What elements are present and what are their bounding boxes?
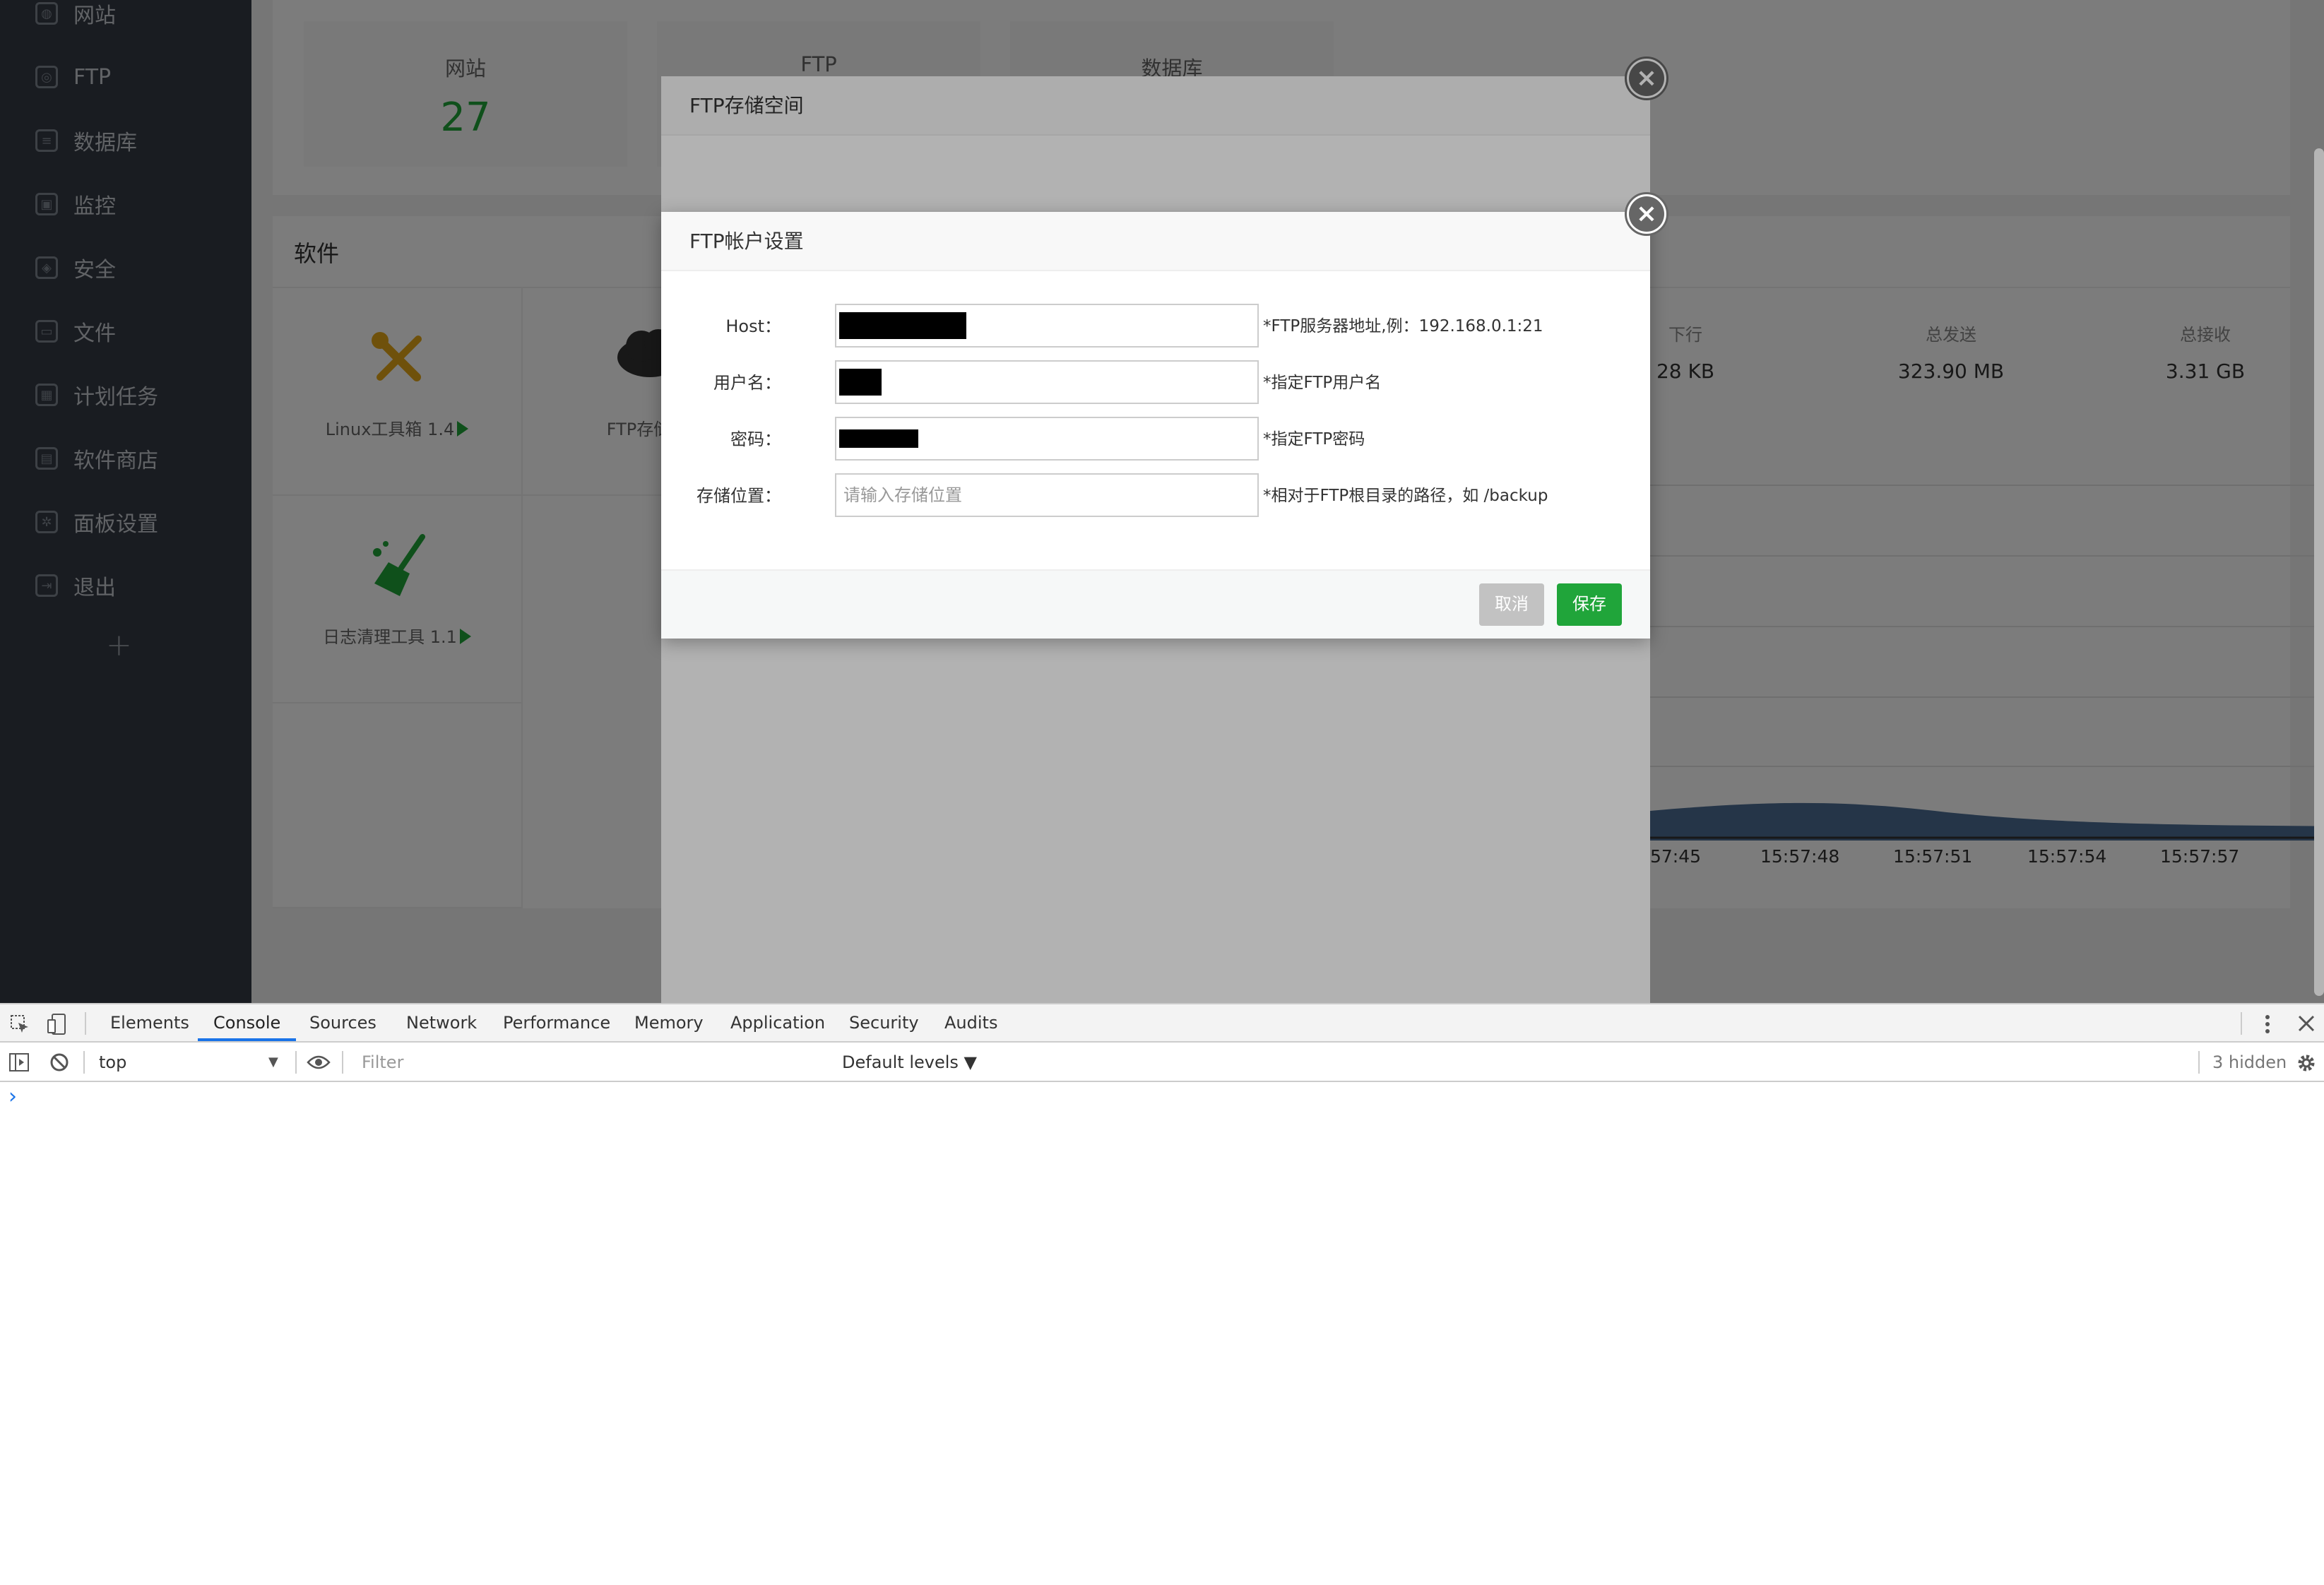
context-dropdown-icon[interactable]: ▼ (268, 1043, 278, 1082)
dialog-title: FTP帐户设置 (661, 212, 1650, 271)
ftp-account-dialog: FTP帐户设置 Host： *FTP服务器地址,例：192.168.0.1:21… (661, 212, 1650, 639)
storage-path-input[interactable] (835, 473, 1259, 517)
browser-viewport: ◍ 网站 ◎ FTP ≡ 数据库 ▣ 监控 ◈ 安全 ▭ 文件 ▦ 计划任务 ▤ 软件商店 ✲ 面… (0, 0, 2324, 1003)
hidden-count: 3 hidden (2212, 1052, 2287, 1072)
page-scrollbar[interactable] (2314, 148, 2324, 996)
storage-path-label: 存储位置： (696, 486, 781, 506)
divider (2241, 1012, 2242, 1035)
tab-audits[interactable]: Audits (944, 1004, 997, 1041)
form-row-password: 密码： *指定FTP密码 (661, 417, 1650, 462)
cancel-button[interactable]: 取消 (1479, 583, 1544, 626)
devtools-panel: Elements Console Sources Network Perform… (0, 1003, 2324, 1585)
device-toolbar-icon[interactable] (47, 1013, 66, 1035)
more-options-icon[interactable] (2259, 1014, 2276, 1034)
redacted-value (839, 429, 918, 448)
divider (295, 1051, 297, 1074)
tab-elements[interactable]: Elements (110, 1004, 189, 1041)
divider (2198, 1051, 2200, 1074)
console-toolbar: top ▼ Default levels ▼ 3 hidden (0, 1043, 2324, 1082)
username-input[interactable] (835, 360, 1259, 404)
dialog-footer: 取消 保存 (661, 569, 1650, 639)
username-hint: *指定FTP用户名 (1263, 374, 1382, 392)
form-row-username: 用户名： *指定FTP用户名 (661, 360, 1650, 405)
tab-security[interactable]: Security (849, 1004, 919, 1041)
form-row-host: Host： *FTP服务器地址,例：192.168.0.1:21 (661, 304, 1650, 349)
tab-network[interactable]: Network (406, 1004, 477, 1041)
tab-memory[interactable]: Memory (634, 1004, 704, 1041)
save-button[interactable]: 保存 (1557, 583, 1622, 626)
password-hint: *指定FTP密码 (1263, 430, 1365, 449)
form-row-storage-path: 存储位置： *相对于FTP根目录的路径，如 /backup (661, 473, 1650, 518)
host-label: Host： (725, 316, 781, 336)
close-icon: × (1629, 196, 1664, 232)
divider (85, 1012, 86, 1035)
sidebar-toggle-icon[interactable] (8, 1052, 30, 1072)
tab-application[interactable]: Application (730, 1004, 825, 1041)
console-prompt[interactable]: › (8, 1086, 17, 1108)
redacted-value (839, 369, 882, 396)
log-levels-dropdown[interactable]: Default levels ▼ (842, 1043, 977, 1082)
devtools-tabbar: Elements Console Sources Network Perform… (0, 1004, 2324, 1043)
divider (342, 1051, 343, 1074)
inspect-element-icon[interactable] (10, 1014, 30, 1034)
eye-icon[interactable] (307, 1054, 331, 1071)
divider (83, 1051, 85, 1074)
console-settings-gear-icon[interactable] (2296, 1052, 2317, 1074)
host-hint: *FTP服务器地址,例：192.168.0.1:21 (1263, 317, 1543, 336)
username-label: 用户名： (713, 373, 781, 393)
storage-path-hint: *相对于FTP根目录的路径，如 /backup (1263, 487, 1548, 505)
close-devtools-icon[interactable] (2297, 1014, 2316, 1033)
context-selector[interactable]: top (99, 1043, 126, 1082)
tab-performance[interactable]: Performance (503, 1004, 610, 1041)
redacted-value (839, 312, 966, 339)
close-front-dialog-button[interactable]: × (1625, 192, 1668, 236)
clear-console-icon[interactable] (49, 1052, 69, 1072)
tab-console[interactable]: Console (198, 1004, 297, 1041)
password-label: 密码： (730, 429, 781, 449)
tab-sources[interactable]: Sources (309, 1004, 377, 1041)
console-filter-input[interactable] (353, 1050, 831, 1075)
